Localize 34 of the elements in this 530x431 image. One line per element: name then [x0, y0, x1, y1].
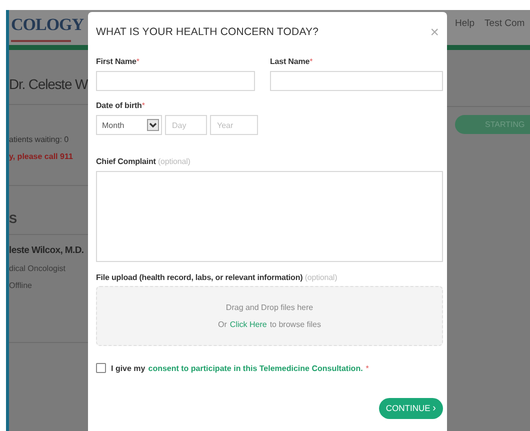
caret-icon — [147, 119, 159, 131]
doctor-status: Offline — [9, 281, 33, 290]
modal-title: WHAT IS YOUR HEALTH CONCERN TODAY? — [96, 26, 319, 38]
doctor-heading: Dr. Celeste W — [9, 76, 88, 92]
drop-text: Drag and Drop files here — [226, 303, 314, 312]
month-select[interactable]: Month — [96, 115, 162, 135]
nav-link[interactable]: Help — [455, 18, 475, 45]
doctor-title: dical Oncologist — [9, 264, 66, 273]
required-mark: * — [366, 364, 369, 372]
patients-waiting-text: atients waiting: 0 — [9, 135, 70, 144]
section-heading: S — [9, 212, 18, 226]
field-label: File upload (health record, labs, or relevant information) (optional) — [96, 273, 338, 282]
field-label: Chief Complaint (optional) — [96, 157, 192, 166]
continue-button[interactable]: CONTINUE › — [378, 398, 443, 419]
consent-link[interactable]: consent to participate in this Telemedicine Consultation. — [148, 364, 363, 372]
first-name-input[interactable] — [96, 71, 255, 91]
field-label: Date of birth* — [96, 101, 146, 110]
consent-checkbox[interactable] — [96, 363, 106, 373]
file-drop-zone[interactable]: Drag and Drop files here Or Click Here to browse files — [96, 286, 443, 346]
consent-label: I give my — [111, 364, 146, 372]
browse-text: Or — [218, 320, 227, 329]
field-label: Last Name* — [270, 57, 314, 66]
emergency-note: y, please call 911 — [9, 152, 74, 161]
field-label: First Name* — [96, 57, 140, 66]
day-input[interactable]: Day — [165, 115, 207, 135]
doctor-name: leste Wilcox, M.D. — [9, 245, 85, 256]
last-name-input[interactable] — [270, 71, 443, 91]
browse-text: to browse files — [270, 320, 321, 329]
logo-text: COLOGY — [11, 15, 84, 34]
click-here-link[interactable]: Click Here — [230, 320, 267, 329]
year-input[interactable]: Year — [210, 115, 258, 135]
close-button[interactable]: × — [426, 24, 443, 40]
complaint-textarea[interactable] — [96, 171, 443, 262]
nav-link[interactable]: Test Com — [484, 18, 525, 45]
